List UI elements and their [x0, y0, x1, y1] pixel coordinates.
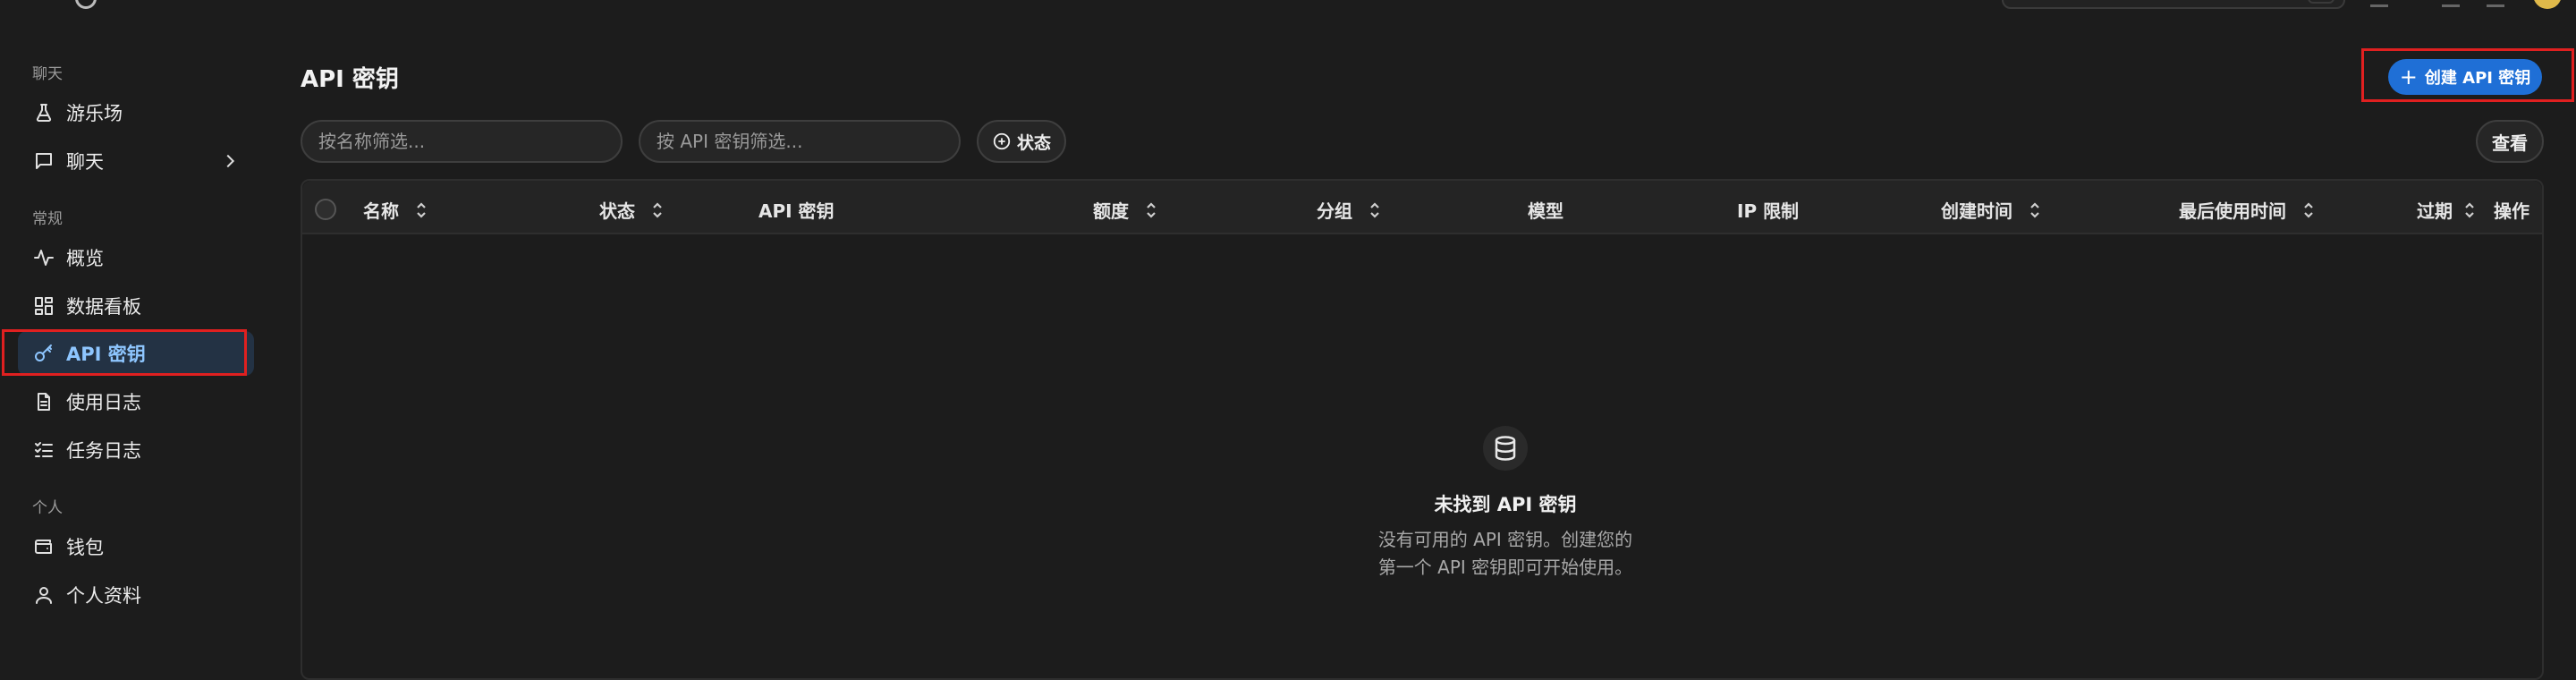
search-shortcut-hint: [2308, 0, 2334, 4]
wallet-icon: [32, 535, 55, 558]
sidebar-item-label: 游乐场: [66, 103, 123, 124]
sidebar-item-label: 聊天: [66, 151, 104, 173]
create-button-label: 创建 API 密钥: [2424, 69, 2531, 88]
sidebar-section-general: 常规: [32, 210, 63, 228]
column-header-quota[interactable]: 额度: [1093, 197, 1157, 223]
column-header-created-time[interactable]: 创建时间: [1941, 197, 2041, 223]
status-filter-button[interactable]: 状态: [977, 120, 1066, 163]
toolbar-icon[interactable]: [2487, 0, 2504, 7]
column-label: 状态: [599, 200, 635, 222]
list-checks-icon: [32, 438, 55, 462]
sidebar-item-label: 个人资料: [66, 585, 141, 607]
column-header-group[interactable]: 分组: [1317, 197, 1381, 223]
column-header-status[interactable]: 状态: [599, 197, 664, 223]
column-header-ip-limit: IP 限制: [1737, 197, 1799, 223]
api-key-filter-input[interactable]: [639, 120, 961, 163]
flask-icon: [32, 101, 55, 124]
sidebar: 聊天 游乐场 聊天 常规 概览 数据看板 API 密钥 使用日志 任务日志 个人…: [0, 0, 268, 671]
column-label: API 密钥: [758, 200, 835, 222]
column-header-expires[interactable]: 过期: [2417, 197, 2476, 223]
table-header: 名称 状态 API 密钥 额度 分组 模型 IP 限制 创建时间 最后使用时间 …: [302, 181, 2542, 234]
toolbar-icon[interactable]: [2370, 0, 2388, 7]
sidebar-item-usage-logs[interactable]: 使用日志: [18, 379, 254, 424]
empty-state-line: 第一个 API 密钥即可开始使用。: [1377, 557, 1633, 578]
column-header-models: 模型: [1528, 197, 1563, 223]
global-search-box[interactable]: [2002, 0, 2345, 9]
empty-state-title: 未找到 API 密钥: [1434, 494, 1577, 515]
api-keys-table: 名称 状态 API 密钥 额度 分组 模型 IP 限制 创建时间 最后使用时间 …: [301, 179, 2544, 680]
create-api-key-button[interactable]: + 创建 API 密钥: [2388, 59, 2542, 95]
sidebar-item-playground[interactable]: 游乐场: [18, 90, 254, 135]
column-header-actions: 操作: [2494, 197, 2529, 223]
column-label: 操作: [2494, 200, 2529, 222]
database-icon: [1483, 426, 1528, 471]
sidebar-item-label: API 密钥: [66, 344, 146, 365]
empty-state-line: 没有可用的 API 密钥。创建您的: [1377, 529, 1633, 550]
sidebar-item-dashboard[interactable]: 数据看板: [18, 284, 254, 328]
chevron-right-icon[interactable]: [220, 151, 240, 171]
avatar[interactable]: [2533, 0, 2562, 9]
page-title: API 密钥: [301, 66, 399, 93]
sidebar-item-chat[interactable]: 聊天: [18, 139, 254, 183]
sidebar-item-label: 概览: [66, 248, 104, 269]
sidebar-item-label: 钱包: [66, 537, 104, 558]
column-label: 过期: [2417, 200, 2453, 222]
column-header-api-key: API 密钥: [758, 197, 835, 223]
user-icon: [32, 583, 55, 607]
sort-icon[interactable]: [1368, 200, 1381, 220]
plus-icon: +: [2399, 64, 2418, 89]
toolbar-icon[interactable]: [2442, 0, 2460, 7]
sidebar-section-chat: 聊天: [32, 65, 63, 83]
sort-icon[interactable]: [2463, 200, 2476, 220]
column-header-last-used[interactable]: 最后使用时间: [2179, 197, 2315, 223]
empty-state-description: 没有可用的 API 密钥。创建您的 第一个 API 密钥即可开始使用。: [1326, 526, 1684, 582]
sort-icon[interactable]: [1145, 200, 1157, 220]
view-options-button[interactable]: 查看: [2476, 120, 2544, 163]
top-bar: [0, 0, 2576, 11]
column-label: 名称: [363, 200, 399, 222]
sidebar-item-overview[interactable]: 概览: [18, 235, 254, 280]
plus-circle-icon: [993, 132, 1011, 150]
column-label: 创建时间: [1941, 200, 2012, 222]
status-filter-label: 状态: [1016, 132, 1051, 153]
dashboard-grid-icon: [32, 294, 55, 318]
sort-icon[interactable]: [2302, 200, 2315, 220]
name-filter-input[interactable]: [301, 120, 623, 163]
message-square-icon: [32, 149, 55, 173]
sidebar-item-task-logs[interactable]: 任务日志: [18, 428, 254, 472]
sort-icon[interactable]: [2029, 200, 2041, 220]
column-label: 额度: [1093, 200, 1129, 222]
column-header-name[interactable]: 名称: [363, 197, 428, 223]
column-label: 分组: [1317, 200, 1352, 222]
sidebar-item-api-keys[interactable]: API 密钥: [18, 331, 254, 376]
select-all-checkbox[interactable]: [315, 199, 336, 220]
key-icon: [32, 342, 55, 365]
sidebar-item-label: 任务日志: [66, 440, 141, 462]
column-label: IP 限制: [1737, 200, 1800, 222]
activity-icon: [32, 246, 55, 269]
column-label: 模型: [1528, 200, 1563, 222]
column-label: 最后使用时间: [2179, 200, 2286, 222]
sort-icon[interactable]: [415, 200, 428, 220]
sidebar-item-label: 使用日志: [66, 392, 141, 413]
sidebar-item-profile[interactable]: 个人资料: [18, 573, 254, 617]
sort-icon[interactable]: [651, 200, 664, 220]
file-text-icon: [32, 390, 55, 413]
sidebar-item-label: 数据看板: [66, 296, 141, 318]
sidebar-item-wallet[interactable]: 钱包: [18, 524, 254, 569]
sidebar-section-personal: 个人: [32, 499, 63, 517]
